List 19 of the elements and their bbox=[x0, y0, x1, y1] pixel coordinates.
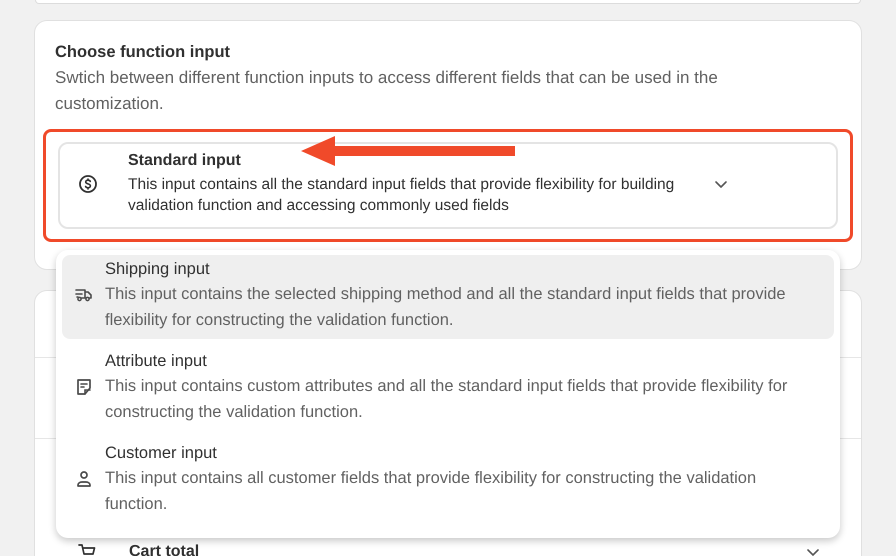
option-title: Customer input bbox=[105, 443, 218, 464]
cart-icon bbox=[77, 542, 97, 556]
dropdown-option[interactable]: Attribute input This input contains custom attributes and all the standard input fields that provide flexibility for constructing the validation function. bbox=[62, 347, 834, 431]
note-icon bbox=[74, 377, 94, 397]
row-title: Cart total bbox=[129, 543, 200, 556]
section-description: Swtich between different function inputs to access different fields that can be used in the customization. bbox=[55, 67, 719, 115]
dropdown-option[interactable]: Customer input This input contains all customer fields that provide flexibility for constructing the validation function. bbox=[62, 439, 834, 523]
section-title: Choose function input bbox=[55, 43, 232, 62]
dropdown-option[interactable]: Shipping input This input contains the selected shipping method and all the standard input fields that provide flexibility for constructing the validation function. bbox=[62, 255, 834, 339]
option-title: Shipping input bbox=[105, 259, 211, 280]
option-description: This input contains custom attributes and all the standard input fields that provide flexibility for constructing the validation function. bbox=[105, 376, 788, 423]
select-title: Standard input bbox=[128, 152, 242, 170]
select-description: This input contains all the standard input fields that provide flexibility for building validation function and accessing commonly used fields bbox=[128, 175, 676, 216]
option-title: Attribute input bbox=[105, 351, 208, 372]
option-description: This input contains all customer fields that provide flexibility for constructing the validation function. bbox=[105, 468, 758, 515]
person-icon bbox=[74, 469, 94, 489]
dollar-icon bbox=[78, 174, 98, 194]
input-select[interactable]: Standard input This input contains all the standard input fields that provide flexibility for building validation function and accessing commonly used fields bbox=[58, 142, 838, 229]
option-description: This input contains the selected shipping method and all the standard input fields that provide flexibility for constructing the validation function. bbox=[105, 284, 787, 331]
